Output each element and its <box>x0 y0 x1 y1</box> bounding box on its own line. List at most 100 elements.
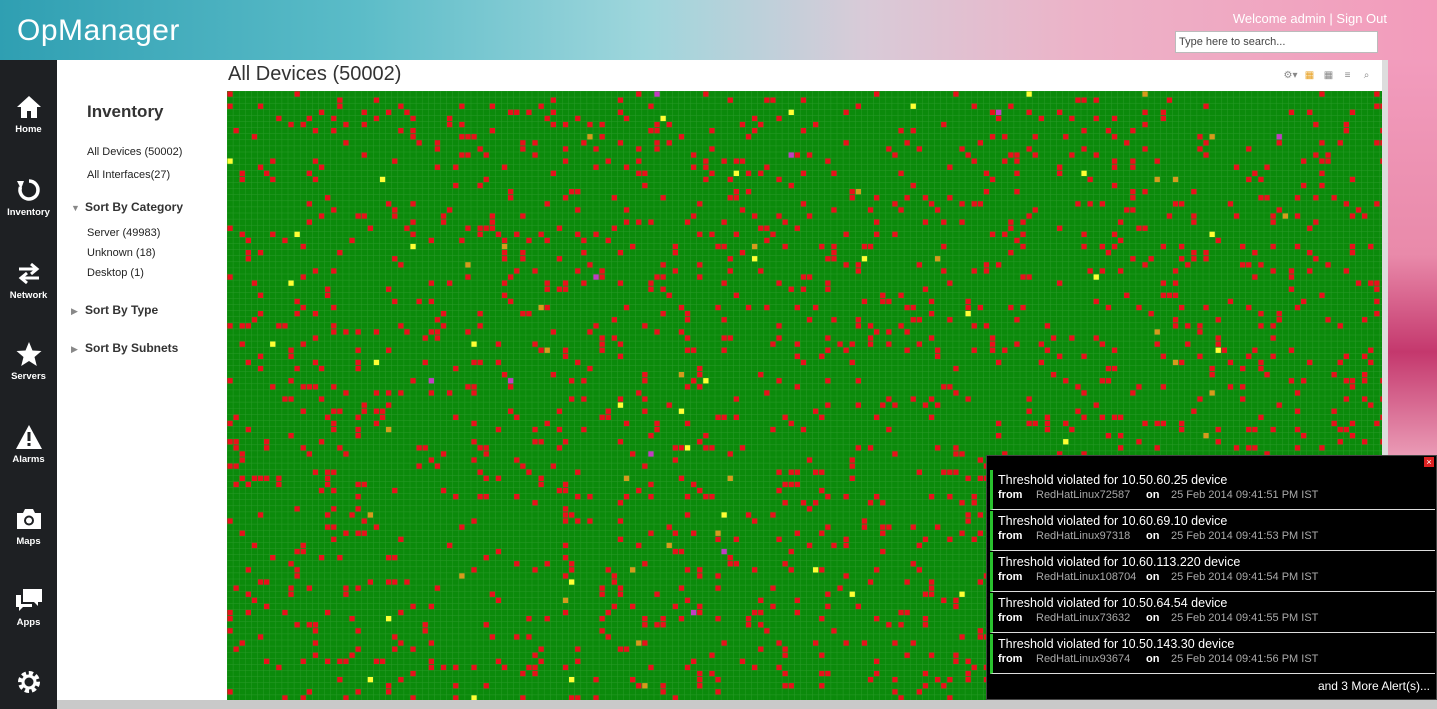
device-cell[interactable] <box>483 475 489 481</box>
device-cell[interactable] <box>813 304 819 311</box>
device-cell[interactable] <box>721 219 727 225</box>
device-cell[interactable] <box>294 567 300 573</box>
device-cell[interactable] <box>1020 304 1026 311</box>
device-cell[interactable] <box>404 579 410 585</box>
device-cell[interactable] <box>1093 335 1099 341</box>
device-cell[interactable] <box>538 481 544 488</box>
device-cell[interactable] <box>1136 439 1142 445</box>
device-cell[interactable] <box>367 225 373 231</box>
device-cell[interactable] <box>459 103 465 109</box>
device-cell[interactable] <box>325 414 331 420</box>
device-cell[interactable] <box>953 469 959 475</box>
device-cell[interactable] <box>1307 109 1313 115</box>
device-cell[interactable] <box>447 121 453 128</box>
device-cell[interactable] <box>965 475 971 481</box>
device-cell[interactable] <box>1368 243 1374 250</box>
device-cell[interactable] <box>977 140 983 146</box>
device-cell[interactable] <box>715 536 721 542</box>
device-cell[interactable] <box>843 262 849 268</box>
device-cell[interactable] <box>648 103 654 109</box>
device-cell[interactable] <box>977 201 983 207</box>
device-cell[interactable] <box>971 347 977 353</box>
device-cell[interactable] <box>1258 414 1264 420</box>
device-cell[interactable] <box>843 347 849 353</box>
device-cell[interactable] <box>752 609 758 616</box>
device-cell[interactable] <box>1288 347 1295 353</box>
device-cell[interactable] <box>947 469 953 475</box>
device-cell[interactable] <box>489 213 495 219</box>
device-cell[interactable] <box>465 329 471 335</box>
device-cell[interactable] <box>953 390 959 396</box>
device-cell[interactable] <box>489 634 495 640</box>
device-cell[interactable] <box>648 494 654 500</box>
device-cell[interactable] <box>227 158 233 164</box>
device-cell[interactable] <box>581 280 587 286</box>
device-cell[interactable] <box>1380 414 1382 420</box>
device-cell[interactable] <box>386 390 392 396</box>
device-cell[interactable] <box>1276 311 1282 317</box>
device-cell[interactable] <box>410 231 416 237</box>
device-cell[interactable] <box>569 677 575 683</box>
device-cell[interactable] <box>294 231 300 237</box>
device-cell[interactable] <box>477 323 483 329</box>
device-cell[interactable] <box>715 243 721 250</box>
device-cell[interactable] <box>538 475 544 481</box>
device-cell[interactable] <box>691 213 697 219</box>
device-cell[interactable] <box>855 323 861 329</box>
close-icon[interactable]: × <box>1424 457 1434 467</box>
device-cell[interactable] <box>428 298 434 305</box>
device-cell[interactable] <box>239 176 245 183</box>
device-cell[interactable] <box>1368 347 1374 353</box>
device-cell[interactable] <box>1130 256 1136 262</box>
device-cell[interactable] <box>355 329 361 335</box>
device-cell[interactable] <box>1343 396 1349 402</box>
device-cell[interactable] <box>758 372 764 378</box>
device-cell[interactable] <box>239 170 245 176</box>
device-cell[interactable] <box>1203 152 1209 158</box>
device-cell[interactable] <box>331 115 337 122</box>
device-cell[interactable] <box>587 121 593 128</box>
device-cell[interactable] <box>428 390 434 396</box>
device-cell[interactable] <box>989 231 996 237</box>
device-cell[interactable] <box>1063 439 1069 445</box>
device-cell[interactable] <box>264 603 270 610</box>
device-cell[interactable] <box>587 494 593 500</box>
device-cell[interactable] <box>922 536 929 542</box>
device-cell[interactable] <box>599 347 605 353</box>
device-cell[interactable] <box>343 121 349 128</box>
device-cell[interactable] <box>398 640 404 646</box>
device-cell[interactable] <box>569 396 575 402</box>
device-cell[interactable] <box>636 640 642 646</box>
device-cell[interactable] <box>709 670 715 677</box>
device-cell[interactable] <box>288 353 294 359</box>
device-cell[interactable] <box>1002 134 1008 140</box>
device-cell[interactable] <box>312 176 319 183</box>
device-cell[interactable] <box>825 286 831 292</box>
device-cell[interactable] <box>636 487 642 494</box>
sort-by-type[interactable]: ▶ Sort By Type <box>71 303 158 317</box>
device-cell[interactable] <box>337 250 343 256</box>
device-cell[interactable] <box>788 286 794 292</box>
device-cell[interactable] <box>1197 396 1203 402</box>
device-cell[interactable] <box>245 567 251 573</box>
device-cell[interactable] <box>880 402 886 408</box>
device-cell[interactable] <box>752 664 758 671</box>
device-cell[interactable] <box>666 542 672 549</box>
device-cell[interactable] <box>1209 134 1215 140</box>
device-cell[interactable] <box>1044 323 1051 329</box>
device-cell[interactable] <box>971 158 977 164</box>
device-cell[interactable] <box>971 500 977 506</box>
device-cell[interactable] <box>953 445 959 451</box>
device-cell[interactable] <box>239 451 245 457</box>
device-cell[interactable] <box>721 317 727 323</box>
device-cell[interactable] <box>861 518 868 524</box>
device-cell[interactable] <box>355 426 361 433</box>
device-cell[interactable] <box>880 530 886 536</box>
device-cell[interactable] <box>477 146 483 152</box>
device-cell[interactable] <box>532 652 538 658</box>
device-cell[interactable] <box>880 548 886 555</box>
device-cell[interactable] <box>886 622 892 628</box>
device-cell[interactable] <box>697 683 703 689</box>
device-cell[interactable] <box>928 414 935 420</box>
device-cell[interactable] <box>703 445 709 451</box>
